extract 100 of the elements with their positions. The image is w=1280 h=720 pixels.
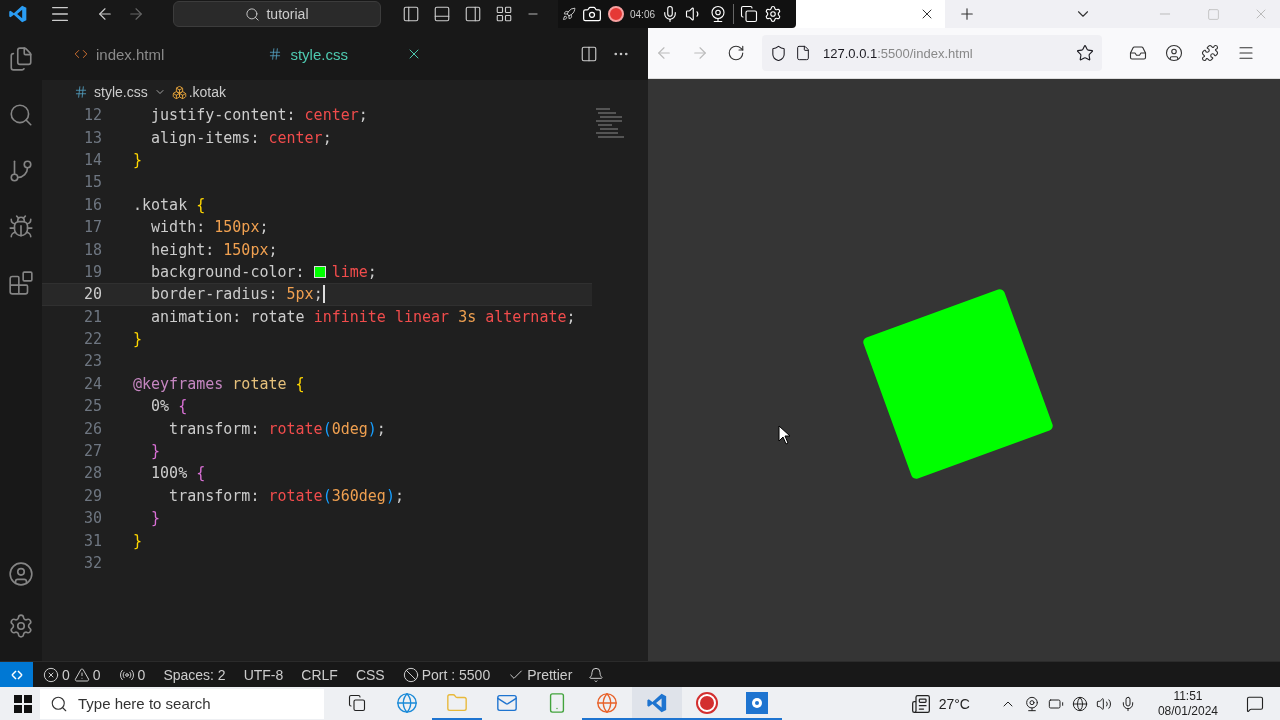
- command-search-field[interactable]: tutorial: [173, 1, 381, 27]
- hash-icon: [268, 47, 283, 61]
- line-number: 30: [82, 509, 103, 528]
- status-item[interactable]: CRLF: [301, 666, 338, 683]
- line-number: 23: [82, 352, 103, 371]
- browser-icon[interactable]: [396, 691, 418, 714]
- split-editor-icon[interactable]: [580, 45, 598, 63]
- breadcrumb-symbol[interactable]: .kotak: [188, 84, 227, 100]
- line-number: 32: [82, 554, 103, 572]
- layout-grid-icon[interactable]: [494, 5, 513, 23]
- code-line: }: [133, 330, 143, 349]
- news-icon[interactable]: [910, 693, 931, 714]
- page-icon: [795, 45, 811, 61]
- code-line: height: 150px;: [150, 240, 278, 259]
- notification-bell-icon[interactable]: [588, 666, 605, 683]
- menu-icon[interactable]: [1237, 44, 1255, 62]
- task-view-icon[interactable]: [348, 693, 366, 712]
- editor-tab[interactable]: index.html: [62, 39, 177, 69]
- line-number: 20: [82, 285, 103, 304]
- settings-icon[interactable]: [764, 5, 783, 23]
- line-number: 22: [82, 330, 103, 349]
- code-line: 0% {: [150, 397, 188, 416]
- line-number: 24: [82, 374, 103, 393]
- editor-tab[interactable]: style.css: [256, 39, 434, 69]
- code-line: 100% {: [150, 464, 206, 483]
- code-line: }: [133, 150, 143, 169]
- line-number: 29: [82, 486, 103, 505]
- search-icon: [50, 694, 68, 713]
- line-number: 16: [82, 195, 103, 214]
- clock-time[interactable]: 11:51: [1173, 688, 1203, 704]
- code-icon: [74, 47, 88, 61]
- line-number: 27: [82, 442, 103, 461]
- code-line: }: [150, 442, 161, 461]
- secondary-sidebar-icon[interactable]: [463, 5, 482, 23]
- notifications-icon[interactable]: [1246, 694, 1264, 713]
- status-item[interactable]: Spaces: 2: [163, 666, 226, 683]
- meet-icon[interactable]: [1023, 695, 1040, 712]
- code-line: background-color: lime;: [150, 262, 377, 281]
- code-line: width: 150px;: [150, 218, 269, 237]
- ports-status[interactable]: 0: [137, 666, 146, 683]
- code-line: }: [150, 509, 161, 528]
- status-item[interactable]: CSS: [355, 666, 385, 683]
- warnings-status[interactable]: 0: [92, 666, 101, 683]
- line-number: 12: [82, 106, 103, 125]
- account-icon[interactable]: [8, 561, 34, 587]
- camera-icon[interactable]: [582, 4, 602, 24]
- symbol-icon: [171, 84, 187, 100]
- warning-icon: [73, 666, 90, 683]
- panel-layout-icon[interactable]: [432, 5, 451, 23]
- camera-app-icon[interactable]: [746, 691, 768, 714]
- bookmark-star-icon[interactable]: [1076, 44, 1094, 62]
- record-button[interactable]: [608, 6, 624, 22]
- line-number: 28: [82, 464, 103, 483]
- shield-icon: [770, 44, 787, 62]
- new-tab-icon[interactable]: [958, 5, 976, 23]
- taskbar-search-field[interactable]: Type here to search: [40, 688, 324, 719]
- line-number: 21: [82, 307, 103, 326]
- extensions-icon[interactable]: [8, 270, 34, 296]
- address-bar[interactable]: 127.0.0.1:5500/index.html: [762, 35, 1102, 71]
- network-icon[interactable]: [1071, 695, 1088, 712]
- account-icon[interactable]: [1165, 44, 1183, 62]
- line-number: 15: [82, 173, 103, 192]
- code-line: border-radius: 5px;: [150, 285, 325, 304]
- line-number: 13: [82, 128, 103, 147]
- webcam-icon[interactable]: [709, 5, 728, 23]
- line-number: 14: [82, 150, 103, 169]
- remote-icon: [9, 667, 24, 682]
- line-number: 25: [82, 397, 103, 416]
- line-number: 26: [82, 419, 103, 438]
- code-line: }: [133, 531, 143, 550]
- port-status[interactable]: Port : 5500: [421, 666, 491, 683]
- windows-start-icon[interactable]: [14, 694, 32, 713]
- reload-icon[interactable]: [727, 44, 745, 62]
- volume-icon[interactable]: [1095, 695, 1112, 712]
- hash-icon: [74, 85, 88, 99]
- code-line: .kotak {: [133, 195, 206, 214]
- sidebar-layout-icon[interactable]: [401, 5, 420, 23]
- line-number: 31: [82, 531, 103, 550]
- source-control-icon[interactable]: [8, 158, 34, 184]
- record-icon[interactable]: [695, 690, 719, 715]
- search-icon[interactable]: [8, 102, 34, 128]
- line-number: 19: [82, 262, 103, 281]
- code-editor-icon[interactable]: [646, 691, 668, 714]
- rocket-icon[interactable]: [562, 7, 576, 21]
- check-status[interactable]: Prettier: [527, 666, 573, 683]
- breadcrumb-file[interactable]: style.css: [94, 84, 148, 100]
- code-line: transform: rotate(0deg);: [168, 419, 386, 438]
- weather-temperature[interactable]: 27°C: [938, 695, 970, 712]
- errors-status[interactable]: 0: [62, 666, 70, 683]
- extensions-icon[interactable]: [1201, 44, 1219, 62]
- app-logo-icon: [8, 4, 28, 24]
- blocked-icon: [402, 666, 419, 683]
- status-item[interactable]: UTF-8: [243, 666, 284, 683]
- clock-date[interactable]: 08/01/2024: [1157, 703, 1218, 719]
- search-icon: [245, 6, 261, 22]
- window-icon[interactable]: [740, 5, 759, 23]
- debug-icon[interactable]: [8, 214, 34, 240]
- explorer-icon[interactable]: [8, 46, 34, 72]
- recording-time: 04:06: [630, 8, 656, 20]
- line-number: 17: [82, 218, 103, 237]
